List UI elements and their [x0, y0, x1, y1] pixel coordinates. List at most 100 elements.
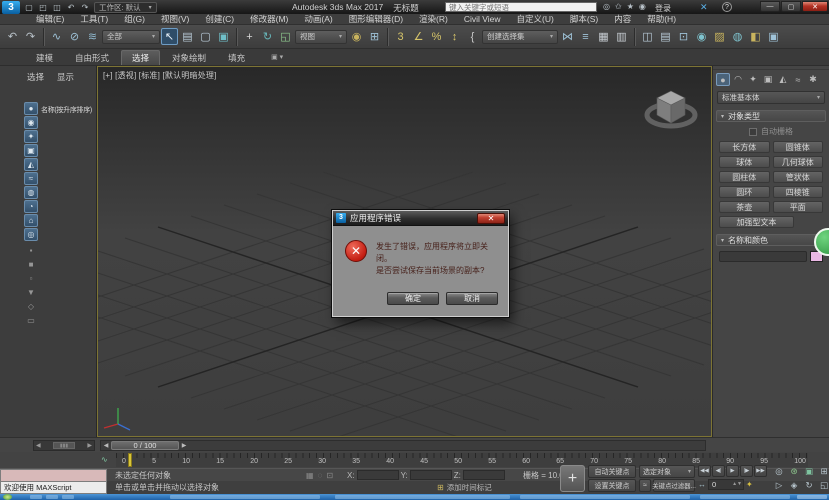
primitive-button[interactable]: 茶壶 [719, 201, 770, 213]
3dsmax-logo-icon[interactable]: 3 [2, 1, 20, 14]
search-input[interactable] [445, 2, 597, 12]
taskbar-item[interactable] [46, 495, 58, 499]
cancel-button[interactable]: 取消 [446, 292, 498, 305]
x-coordinate-field[interactable] [357, 470, 399, 480]
communication-center-icon[interactable]: ✕ [700, 2, 708, 13]
pivot-tool-icon[interactable]: ◉ [348, 28, 365, 45]
taskbar-item[interactable] [170, 495, 320, 499]
viewport-nav-icon[interactable]: ↻ [802, 479, 816, 492]
dialog-title-bar[interactable]: 3 应用程序错误 ✕ [333, 211, 508, 226]
ribbon-tab[interactable]: 对象绘制 [162, 51, 216, 65]
display-filter-icon[interactable]: ◎ [24, 228, 38, 241]
quick-access-icon[interactable]: ↶ [65, 1, 77, 13]
link-tool-icon[interactable]: ≋ [84, 28, 101, 45]
create-category-icon[interactable]: ✦ [746, 73, 760, 86]
close-button[interactable]: ✕ [802, 1, 828, 12]
minimize-button[interactable]: — [760, 1, 780, 12]
viewport-nav-icon[interactable]: ⊛ [787, 465, 801, 478]
named-selection-set-dropdown[interactable]: 创建选择集▾ [482, 30, 558, 44]
z-coordinate-field[interactable] [463, 470, 505, 480]
link-tool-icon[interactable]: ∿ [48, 28, 65, 45]
playback-button[interactable]: ▶▶ [754, 465, 767, 477]
primitives-dropdown[interactable]: 标准基本体 ▾ [717, 91, 825, 104]
taskbar-item[interactable] [520, 495, 690, 499]
sign-in-link[interactable]: 登录 [655, 3, 671, 14]
menu-item[interactable]: 动画(A) [296, 14, 340, 25]
autogrid-checkbox[interactable] [749, 128, 757, 136]
taskbar-item[interactable] [335, 495, 510, 499]
help-icon[interactable]: ? [722, 2, 732, 12]
transform-tool-icon[interactable]: + [241, 28, 258, 45]
taskbar-item[interactable] [700, 495, 790, 499]
current-frame-field[interactable]: 0 ▲▼ [708, 479, 744, 490]
undo-redo-icon[interactable]: ↷ [22, 28, 39, 45]
rollout-object-type[interactable]: ▾ 对象类型 [716, 110, 826, 122]
primitive-button[interactable]: 几何球体 [773, 156, 824, 168]
time-slider-handle[interactable]: 0 / 100 [111, 441, 179, 450]
next-frame-icon[interactable]: ▶ [179, 441, 189, 450]
create-category-icon[interactable]: ▣ [761, 73, 775, 86]
editor-render-icon[interactable]: ◉ [693, 28, 710, 45]
time-slider-track[interactable]: ◀ 0 / 100 ▶ [100, 440, 706, 451]
scroll-right-icon[interactable]: ▶ [87, 442, 92, 449]
menu-item[interactable]: 修改器(M) [242, 14, 296, 25]
selected-objects-dropdown[interactable]: 选定对象 ▾ [639, 465, 695, 478]
quick-access-icon[interactable]: ◫ [51, 1, 63, 13]
manage-tool-icon[interactable]: ⋈ [559, 28, 576, 45]
explorer-tool-icon[interactable]: ▫ [24, 272, 38, 285]
display-filter-icon[interactable]: ◔ [24, 200, 38, 213]
explorer-tool-icon[interactable]: ■ [24, 258, 38, 271]
set-key-button[interactable]: 设置关键点 [588, 479, 636, 492]
menu-item[interactable]: 脚本(S) [562, 14, 606, 25]
start-button[interactable] [3, 494, 12, 500]
primitive-button[interactable]: 四棱锥 [773, 186, 824, 198]
key-mode-toggle-icon[interactable]: ↔ [698, 480, 706, 489]
quick-access-icon[interactable]: ◰ [37, 1, 49, 13]
undo-redo-icon[interactable]: ↶ [4, 28, 21, 45]
viewport-nav-icon[interactable]: ▷ [772, 479, 786, 492]
viewport-nav-icon[interactable]: ⊞ [817, 465, 829, 478]
primitive-button[interactable]: 平面 [773, 201, 824, 213]
link-tool-icon[interactable]: ⊘ [66, 28, 83, 45]
ribbon-tab[interactable]: 建模 [26, 51, 63, 65]
display-filter-icon[interactable]: ◍ [24, 186, 38, 199]
playback-button[interactable]: ◀◀ [698, 465, 711, 477]
reference-coordinate-dropdown[interactable]: 视图▾ [295, 30, 347, 44]
menu-item[interactable]: 图形编辑器(D) [341, 14, 411, 25]
manage-tool-icon[interactable]: ▥ [613, 28, 630, 45]
dialog-close-button[interactable]: ✕ [477, 213, 505, 224]
primitive-button[interactable]: 球体 [719, 156, 770, 168]
editor-render-icon[interactable]: ▨ [711, 28, 728, 45]
editor-render-icon[interactable]: ⊡ [675, 28, 692, 45]
primitive-button[interactable]: 管状体 [773, 171, 824, 183]
menu-item[interactable]: Civil View [456, 14, 509, 25]
create-category-icon[interactable]: ◠ [731, 73, 745, 86]
menu-item[interactable]: 内容 [606, 14, 639, 25]
new-key-mode-icon[interactable]: ≈ [639, 479, 651, 492]
create-category-icon[interactable]: ◭ [776, 73, 790, 86]
y-coordinate-field[interactable] [410, 470, 452, 480]
display-filter-icon[interactable]: ≈ [24, 172, 38, 185]
ribbon-tab[interactable]: 选择 [121, 50, 160, 65]
menu-item[interactable]: 创建(C) [197, 14, 242, 25]
primitive-button[interactable]: 长方体 [719, 141, 770, 153]
quick-access-icon[interactable]: ↷ [79, 1, 91, 13]
viewcube[interactable] [643, 85, 699, 133]
snap-tool-icon[interactable]: ↕ [446, 28, 463, 45]
menu-item[interactable]: 工具(T) [72, 14, 116, 25]
ribbon-tab[interactable]: 自由形式 [65, 51, 119, 65]
snap-tool-icon[interactable]: { [464, 28, 481, 45]
select-tool-icon[interactable]: ▤ [179, 28, 196, 45]
explorer-scrollbar[interactable]: ◀ ▮▮▮ ▶ [33, 440, 95, 451]
scrollbar-thumb[interactable]: ▮▮▮ [53, 442, 75, 449]
titlebar-icon[interactable]: ◎ [603, 2, 610, 11]
explorer-menu-select[interactable]: 选择 [27, 71, 44, 83]
menu-item[interactable]: 编辑(E) [28, 14, 72, 25]
viewport-nav-icon[interactable]: ◎ [772, 465, 786, 478]
taskbar-item[interactable] [30, 495, 42, 499]
selection-filter-dropdown[interactable]: 全部▾ [102, 30, 160, 44]
maximize-button[interactable]: ▢ [781, 1, 801, 12]
auto-key-button[interactable]: 自动关键点 [588, 465, 636, 478]
mini-curve-editor-icon[interactable]: ∿ [101, 455, 108, 464]
maxscript-listener[interactable]: 欢迎使用 MAXScript [0, 481, 107, 494]
